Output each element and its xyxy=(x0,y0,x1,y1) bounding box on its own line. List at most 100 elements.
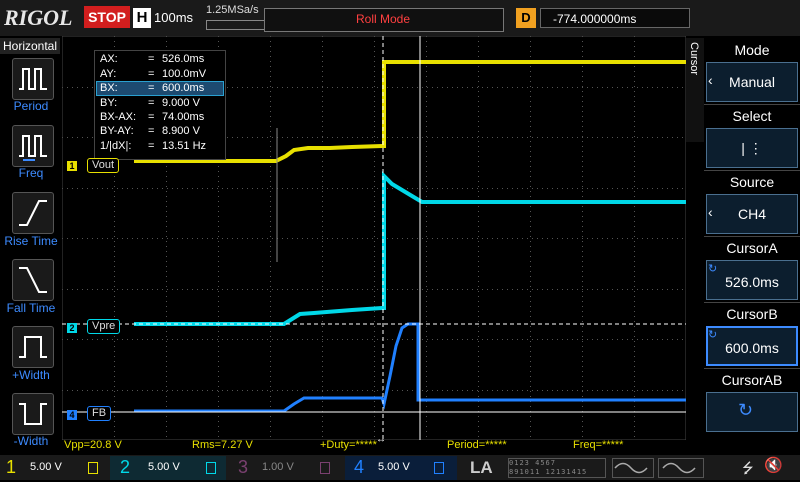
readout-bx-ax-value: 74.00ms xyxy=(162,111,205,123)
ch2-label-tag[interactable]: Vpre xyxy=(87,319,121,334)
cursor-a-value[interactable]: 526.0ms xyxy=(706,274,798,290)
sine-wave-icon xyxy=(614,462,648,474)
cursor-b-value[interactable]: 600.0ms xyxy=(706,340,798,356)
fall-time-button[interactable] xyxy=(12,259,54,301)
digital-channel-indicator: 0123 4567 891011 12131415 xyxy=(508,458,606,478)
positive-width-label: +Width xyxy=(12,368,50,382)
readout-bx-value: 600.0ms xyxy=(162,82,205,94)
period-icon xyxy=(19,68,47,90)
readout-eq: = xyxy=(148,111,155,123)
menu-divider xyxy=(704,170,800,171)
period-label: Period xyxy=(13,99,49,113)
positive-width-icon xyxy=(19,336,47,358)
memory-depth-bar xyxy=(206,20,266,30)
measurement-duty: +Duty=***** xyxy=(320,439,377,451)
ch2-coupling-icon xyxy=(206,462,216,474)
mode-value[interactable]: Manual xyxy=(706,74,798,90)
readout-ax-value: 526.0ms xyxy=(162,53,205,65)
readout-by-label: BY: xyxy=(100,97,118,109)
readout-ay-label: AY: xyxy=(100,68,117,80)
frequency-label: Freq xyxy=(18,166,44,180)
knob-icon: ↻ xyxy=(738,400,754,420)
readout-eq: = xyxy=(148,68,155,80)
trigger-position-arrow: ↔ xyxy=(376,434,386,445)
readout-inv-dx-label: 1/|dX|: xyxy=(100,140,132,152)
readout-ax-label: AX: xyxy=(100,53,118,65)
fall-time-label: Fall Time xyxy=(6,301,56,315)
rise-time-button[interactable] xyxy=(12,192,54,234)
readout-by-ay-label: BY-AY: xyxy=(100,125,134,137)
readout-eq: = xyxy=(148,53,155,65)
source2-panel[interactable] xyxy=(658,458,704,478)
delay-label: D xyxy=(516,8,536,28)
rigol-logo: RIGOL xyxy=(4,5,73,30)
ch2-number[interactable]: 2 xyxy=(120,457,130,478)
select-title: Select xyxy=(732,108,772,124)
menu-divider xyxy=(704,236,800,237)
timebase-value[interactable]: 100ms xyxy=(154,10,193,25)
source-title: Source xyxy=(729,174,775,190)
ch1-number[interactable]: 1 xyxy=(6,457,16,478)
ch3-scale[interactable]: 1.00 V xyxy=(262,461,294,473)
rise-time-icon xyxy=(19,200,47,226)
sample-rate: 1.25MSa/s xyxy=(206,4,259,16)
speaker-muted-icon[interactable]: 🔇 xyxy=(764,456,783,474)
positive-width-button[interactable] xyxy=(12,326,54,368)
roll-mode-label: Roll Mode xyxy=(355,12,411,26)
measurement-vpp: Vpp=20.8 V xyxy=(64,439,122,451)
readout-bx-ax-label: BX-AX: xyxy=(100,111,137,123)
readout-ay-value: 100.0mV xyxy=(162,68,207,80)
negative-width-label: -Width xyxy=(13,434,49,448)
readout-eq: = xyxy=(148,82,155,94)
run-stop-status[interactable]: STOP xyxy=(84,6,130,28)
measurement-rms: Rms=7.27 V xyxy=(192,439,253,451)
ch1-coupling-icon xyxy=(88,462,98,474)
mode-title: Mode xyxy=(734,42,770,58)
ch4-scale[interactable]: 5.00 V xyxy=(378,461,410,473)
ch2-offset-marker[interactable]: 2 xyxy=(67,323,77,333)
frequency-icon xyxy=(19,135,47,161)
horizontal-menu-title: Horizontal xyxy=(0,38,60,54)
trace-ch4-fb xyxy=(134,322,686,413)
ch4-number[interactable]: 4 xyxy=(354,457,364,478)
negative-width-button[interactable] xyxy=(12,393,54,435)
menu-divider xyxy=(704,104,800,105)
cursor-a-title: CursorA xyxy=(726,240,778,256)
ch3-number[interactable]: 3 xyxy=(238,457,248,478)
cursor-ab-title: CursorAB xyxy=(721,372,783,388)
ch1-label-tag[interactable]: Vout xyxy=(87,158,120,173)
menu-divider xyxy=(704,302,800,303)
cursor-menu-label: Cursor xyxy=(688,42,700,76)
timebase-label: H xyxy=(133,8,151,28)
source1-panel[interactable] xyxy=(612,458,654,478)
readout-inv-dx-value: 13.51 Hz xyxy=(162,140,207,152)
measurement-period: Period=***** xyxy=(447,439,507,451)
measurement-freq: Freq=***** xyxy=(573,439,624,451)
ch4-offset-marker[interactable]: 4 xyxy=(67,410,77,420)
readout-eq: = xyxy=(148,125,155,137)
delay-value[interactable]: -774.000000ms xyxy=(540,8,690,28)
readout-bx-label: BX: xyxy=(100,82,118,94)
select-value[interactable]: | ⋮ xyxy=(706,140,798,157)
sine-wave-icon xyxy=(662,462,696,474)
frequency-button[interactable] xyxy=(12,125,54,167)
readout-by-ay-value: 8.900 V xyxy=(162,125,200,137)
negative-width-icon xyxy=(19,403,47,425)
cursor-b-title: CursorB xyxy=(726,306,778,322)
trace-ch2-vpre xyxy=(134,171,686,326)
la-label[interactable]: LA xyxy=(470,458,493,478)
usb-icon: ⭍ xyxy=(742,460,754,476)
ch3-coupling-icon xyxy=(320,462,330,474)
readout-eq: = xyxy=(148,140,155,152)
ch4-coupling-icon xyxy=(434,462,444,474)
fall-time-icon xyxy=(19,267,47,293)
readout-eq: = xyxy=(148,97,155,109)
period-button[interactable] xyxy=(12,58,54,100)
ch1-offset-marker[interactable]: 1 xyxy=(67,161,77,171)
rise-time-label: Rise Time xyxy=(4,234,58,248)
ch4-label-tag[interactable]: FB xyxy=(87,406,112,421)
ch2-scale[interactable]: 5.00 V xyxy=(148,461,180,473)
readout-by-value: 9.000 V xyxy=(162,97,200,109)
ch1-scale[interactable]: 5.00 V xyxy=(30,461,62,473)
source-value[interactable]: CH4 xyxy=(706,206,798,222)
